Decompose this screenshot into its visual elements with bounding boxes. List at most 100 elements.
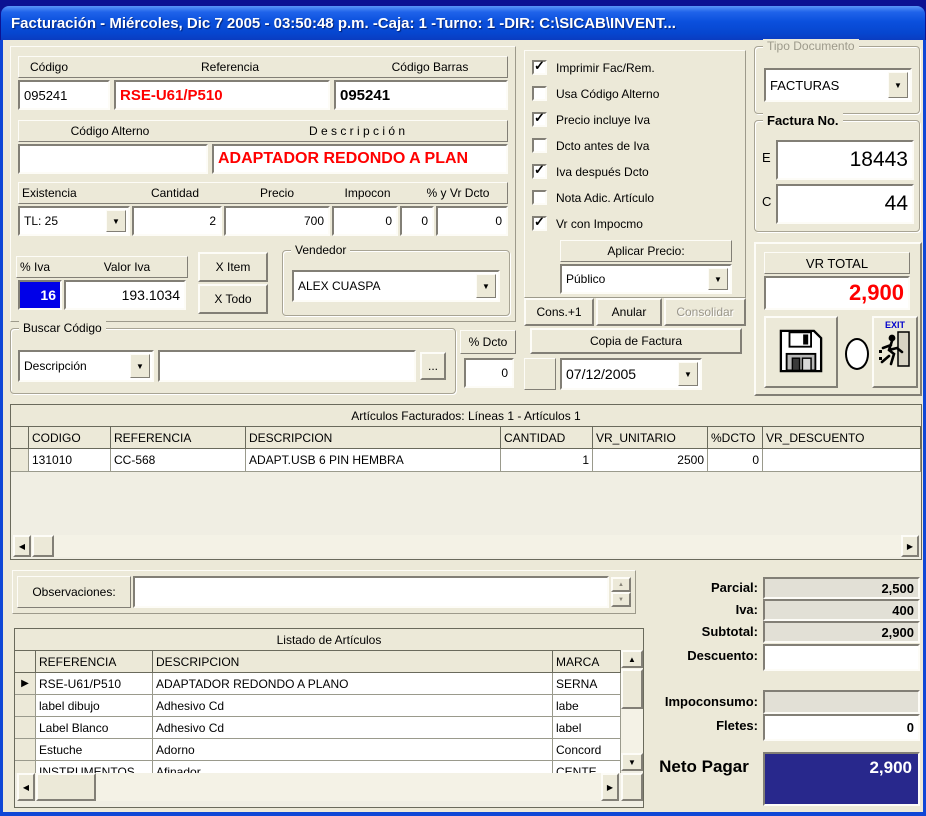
row-selector-cell[interactable] [15, 739, 36, 761]
title-bar[interactable]: Facturación - Miércoles, Dic 7 2005 - 03… [1, 6, 925, 40]
checkbox-icon[interactable] [532, 86, 547, 101]
codigo-alterno-field[interactable] [18, 144, 208, 174]
cell-codigo[interactable]: 131010 [29, 449, 111, 472]
cell-descripcion[interactable]: Afinador [153, 761, 553, 773]
cell-descripcion[interactable]: ADAPTADOR REDONDO A PLANO [153, 673, 553, 695]
consolidar-button[interactable]: Consolidar [664, 298, 746, 326]
cons-button[interactable]: Cons.+1 [524, 298, 594, 326]
checkbox-row[interactable]: Precio incluye Iva [532, 112, 650, 127]
descuento-field[interactable] [763, 644, 920, 671]
cell-descripcion[interactable]: ADAPT.USB 6 PIN HEMBRA [246, 449, 501, 472]
tipo-documento-select[interactable]: FACTURAS ▼ [764, 68, 912, 102]
chevron-down-icon[interactable]: ▼ [130, 354, 150, 378]
scrollbar-thumb[interactable] [32, 535, 54, 557]
chevron-down-icon[interactable]: ▼ [888, 72, 908, 98]
existencia-select[interactable]: TL: 25 ▼ [18, 206, 130, 236]
fletes-field[interactable]: 0 [763, 714, 920, 741]
aplicar-precio-select[interactable]: Público ▼ [560, 264, 732, 294]
col-descripcion[interactable]: DESCRIPCION [153, 651, 553, 673]
scrollbar-thumb[interactable] [36, 773, 96, 801]
cell-referencia[interactable]: CC-568 [111, 449, 246, 472]
browse-button[interactable]: ... [420, 352, 446, 380]
cell-referencia[interactable]: Estuche [36, 739, 153, 761]
table-row[interactable]: 131010 CC-568 ADAPT.USB 6 PIN HEMBRA 1 2… [11, 449, 921, 472]
checkbox-icon[interactable] [532, 164, 547, 179]
cell-descripcion[interactable]: Adhesivo Cd [153, 695, 553, 717]
dcto-vr-field[interactable]: 0 [436, 206, 508, 236]
cell-referencia[interactable]: Label Blanco [36, 717, 153, 739]
cell-marca[interactable]: labe [553, 695, 621, 717]
fecha-select[interactable]: 07/12/2005 ▼ [560, 358, 702, 390]
row-selector-cell[interactable] [11, 449, 29, 472]
cell-pct-dcto[interactable]: 0 [708, 449, 763, 472]
col-referencia[interactable]: REFERENCIA [111, 427, 246, 449]
anular-button[interactable]: Anular [596, 298, 662, 326]
spinner-up-icon[interactable]: ▲ [611, 577, 631, 592]
scroll-left-icon[interactable]: ◀ [17, 773, 35, 801]
scroll-right-icon[interactable]: ▶ [901, 535, 919, 557]
referencia-field[interactable]: RSE-U61/P510 [114, 80, 330, 110]
impocon-field[interactable]: 0 [332, 206, 398, 236]
cell-vr-descuento[interactable] [763, 449, 921, 472]
list-item[interactable]: Label Blanco Adhesivo Cd label [15, 717, 621, 739]
facturados-h-scrollbar[interactable]: ◀ ▶ [13, 535, 919, 557]
col-vr-descuento[interactable]: VR_DESCUENTO [763, 427, 921, 449]
buscar-tipo-select[interactable]: Descripción ▼ [18, 350, 154, 382]
col-marca[interactable]: MARCA [553, 651, 621, 673]
cell-referencia[interactable]: RSE-U61/P510 [36, 673, 153, 695]
exit-button[interactable]: EXIT [872, 316, 918, 388]
row-selector-cell[interactable] [15, 761, 36, 773]
cell-marca[interactable]: SERNA [553, 673, 621, 695]
save-button[interactable] [764, 316, 838, 388]
checkbox-row[interactable]: Dcto antes de Iva [532, 138, 649, 153]
list-item-clipped[interactable]: INSTRUMENTOS Afinador CENTE [15, 761, 621, 773]
copia-factura-button[interactable]: Copia de Factura [530, 328, 742, 354]
observaciones-input[interactable] [133, 576, 609, 608]
cell-referencia[interactable]: INSTRUMENTOS [36, 761, 153, 773]
iva-pct-field[interactable]: 16 [18, 280, 62, 310]
x-todo-button[interactable]: X Todo [198, 284, 268, 314]
col-cantidad[interactable]: CANTIDAD [501, 427, 593, 449]
listado-v-scrollbar[interactable]: ▲ ▼ [621, 650, 643, 771]
chevron-down-icon[interactable]: ▼ [476, 274, 496, 298]
cell-marca[interactable]: Concord [553, 739, 621, 761]
list-item[interactable]: label dibujo Adhesivo Cd labe [15, 695, 621, 717]
scroll-left-icon[interactable]: ◀ [13, 535, 31, 557]
observaciones-spinner[interactable]: ▲ ▼ [611, 577, 631, 607]
pct-dcto-field[interactable]: 0 [464, 358, 514, 388]
chevron-down-icon[interactable]: ▼ [106, 210, 126, 232]
cell-cantidad[interactable]: 1 [501, 449, 593, 472]
listado-h-scrollbar[interactable]: ◀ ▶ [17, 773, 619, 801]
col-referencia[interactable]: REFERENCIA [36, 651, 153, 673]
codigo-field[interactable]: 095241 [18, 80, 110, 110]
row-selector-cell[interactable] [15, 695, 36, 717]
spinner-down-icon[interactable]: ▼ [611, 592, 631, 607]
col-descripcion[interactable]: DESCRIPCION [246, 427, 501, 449]
list-item[interactable]: ▶ RSE-U61/P510 ADAPTADOR REDONDO A PLANO… [15, 673, 621, 695]
checkbox-icon[interactable] [532, 60, 547, 75]
checkbox-icon[interactable] [532, 216, 547, 231]
cell-marca[interactable]: label [553, 717, 621, 739]
codigo-barras-field[interactable]: 095241 [334, 80, 508, 110]
checkbox-row[interactable]: Imprimir Fac/Rem. [532, 60, 655, 75]
cell-marca[interactable]: CENTE [553, 761, 621, 773]
chevron-down-icon[interactable]: ▼ [678, 362, 698, 386]
factura-e-field[interactable]: 18443 [776, 140, 914, 180]
precio-field[interactable]: 700 [224, 206, 330, 236]
checkbox-row[interactable]: Iva después Dcto [532, 164, 649, 179]
checkbox-row[interactable]: Vr con Impocmo [532, 216, 643, 231]
scroll-right-icon[interactable]: ▶ [601, 773, 619, 801]
valor-iva-field[interactable]: 193.1034 [64, 280, 186, 310]
descripcion-field[interactable]: ADAPTADOR REDONDO A PLAN [212, 144, 508, 174]
cell-descripcion[interactable]: Adhesivo Cd [153, 717, 553, 739]
checkbox-icon[interactable] [532, 112, 547, 127]
col-codigo[interactable]: CODIGO [29, 427, 111, 449]
row-selector-cell[interactable] [15, 717, 36, 739]
dcto-pct-field[interactable]: 0 [400, 206, 434, 236]
scroll-down-icon[interactable]: ▼ [621, 753, 643, 771]
checkbox-row[interactable]: Nota Adic. Artículo [532, 190, 654, 205]
checkbox-icon[interactable] [532, 138, 547, 153]
cell-vr-unitario[interactable]: 2500 [593, 449, 708, 472]
list-item[interactable]: Estuche Adorno Concord [15, 739, 621, 761]
cell-descripcion[interactable]: Adorno [153, 739, 553, 761]
